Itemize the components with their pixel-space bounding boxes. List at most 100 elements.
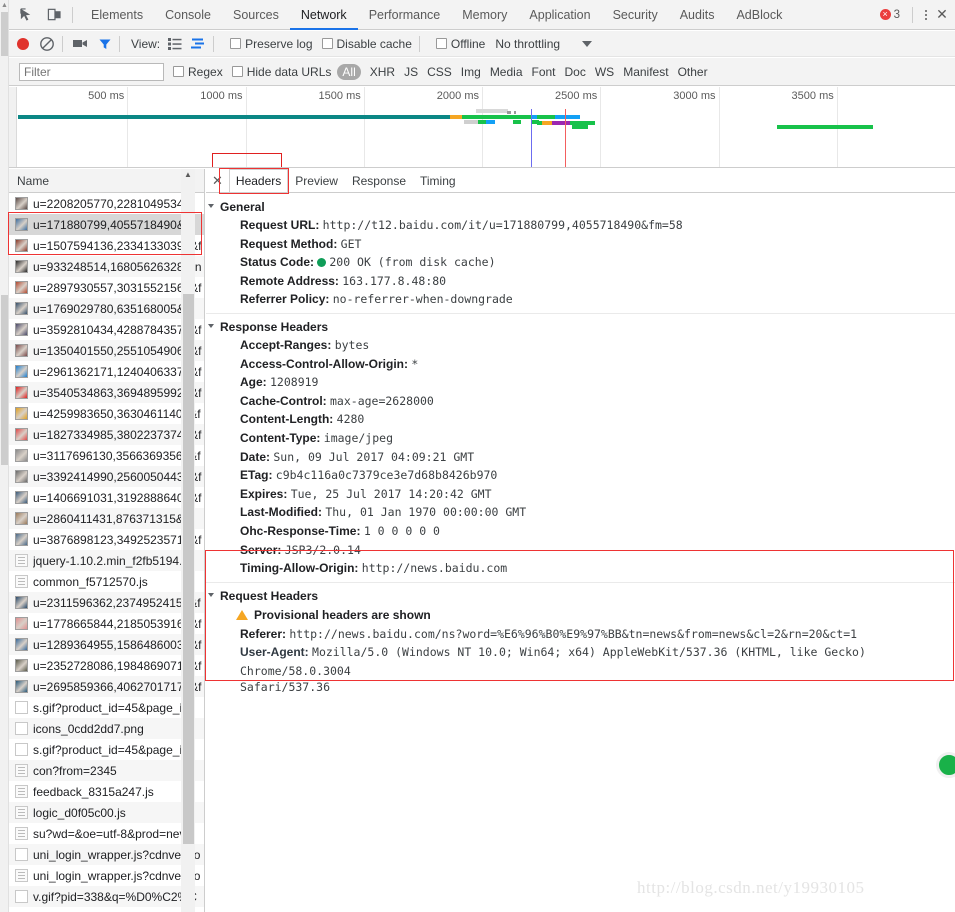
offline-box[interactable] — [435, 38, 447, 49]
table-row[interactable]: su?wd=&oe=utf-8&prod=nev — [9, 823, 204, 844]
request-list-scrollbar-thumb[interactable] — [183, 294, 194, 844]
preserve-log-checkbox[interactable]: Preserve log — [230, 37, 313, 51]
filter-type-doc[interactable]: Doc — [565, 65, 586, 79]
tab-network[interactable]: Network — [289, 0, 358, 30]
waterfall-view-icon[interactable] — [190, 37, 206, 51]
table-row[interactable]: v.gif?pid=338&q=%D0%C2%C — [9, 886, 204, 907]
table-row[interactable]: u=2695859366,40627017178&f — [9, 676, 204, 697]
scrollbar-thumb-secondary[interactable] — [1, 295, 8, 465]
filter-type-ws[interactable]: WS — [595, 65, 614, 79]
hide-data-urls-checkbox[interactable]: Hide data URLs — [231, 64, 332, 79]
page-scrollbar[interactable]: ▲ — [0, 0, 9, 912]
table-row[interactable]: u=1827334985,38022373748&f — [9, 424, 204, 445]
tab-application[interactable]: Application — [518, 0, 601, 30]
tab-headers[interactable]: Headers — [228, 169, 289, 193]
table-row[interactable]: s.gif?product_id=45&page_id: — [9, 697, 204, 718]
filter-type-other[interactable]: Other — [678, 65, 708, 79]
scroll-up-icon[interactable]: ▲ — [184, 171, 192, 179]
table-row[interactable]: u=1769029780,635168005&fn — [9, 298, 204, 319]
inspect-element-icon[interactable] — [15, 4, 37, 26]
general-section-title[interactable]: General — [206, 198, 955, 216]
response-headers-title[interactable]: Response Headers — [206, 318, 955, 336]
table-row[interactable]: u=2897930557,30315521568&f — [9, 277, 204, 298]
table-row[interactable]: u=3392414990,25600504438&f — [9, 466, 204, 487]
filter-type-font[interactable]: Font — [532, 65, 556, 79]
clear-icon[interactable] — [39, 36, 55, 52]
tab-adblock[interactable]: AdBlock — [725, 0, 793, 30]
throttling-select[interactable]: No throttling — [495, 37, 560, 51]
table-row[interactable]: uni_login_wrapper.js?cdnversio — [9, 844, 204, 865]
tab-memory[interactable]: Memory — [451, 0, 518, 30]
tab-preview[interactable]: Preview — [288, 169, 345, 193]
record-button-icon[interactable] — [17, 37, 29, 50]
table-row[interactable]: u=3117696130,35663693568&f — [9, 445, 204, 466]
scrollbar-thumb[interactable] — [1, 12, 8, 56]
tab-timing[interactable]: Timing — [413, 169, 463, 193]
disable-cache-box[interactable] — [321, 38, 333, 49]
table-row[interactable]: u=1507594136,23341330398&f — [9, 235, 204, 256]
tab-audits[interactable]: Audits — [669, 0, 726, 30]
table-row[interactable]: u=933248514,16805626328&fn — [9, 256, 204, 277]
column-header-name[interactable]: Name — [9, 169, 204, 193]
tab-response[interactable]: Response — [345, 169, 413, 193]
table-row[interactable]: common_f5712570.js — [9, 571, 204, 592]
table-row[interactable]: u=1406691031,31928886408&f — [9, 487, 204, 508]
toggle-device-toolbar-icon[interactable] — [43, 4, 65, 26]
tab-elements[interactable]: Elements — [80, 0, 154, 30]
tab-sources[interactable]: Sources — [222, 0, 290, 30]
filter-type-css[interactable]: CSS — [427, 65, 452, 79]
table-row[interactable]: icons_0cdd2dd7.png — [9, 718, 204, 739]
table-row[interactable]: u=171880799,4055718490&fn — [9, 214, 204, 235]
close-devtools-icon[interactable]: ✕ — [933, 6, 951, 23]
preserve-log-box[interactable] — [230, 38, 242, 49]
table-row[interactable]: u=1289364955,15864860038&f — [9, 634, 204, 655]
table-row[interactable]: s.gif?product_id=45&page_id: — [9, 739, 204, 760]
table-row[interactable]: u=2961362171,12404063378&f — [9, 361, 204, 382]
regex-checkbox[interactable]: Regex — [173, 65, 223, 79]
filter-type-all[interactable]: All — [337, 63, 361, 80]
offline-checkbox[interactable]: Offline — [435, 37, 485, 51]
table-row[interactable]: u=3540534863,36948959928&f — [9, 382, 204, 403]
scroll-up-arrow-icon[interactable]: ▲ — [1, 2, 8, 10]
disable-cache-checkbox[interactable]: Disable cache — [321, 37, 412, 51]
filter-type-js[interactable]: JS — [404, 65, 418, 79]
filter-type-manifest[interactable]: Manifest — [623, 65, 668, 79]
filter-type-media[interactable]: Media — [490, 65, 523, 79]
tab-security[interactable]: Security — [602, 0, 669, 30]
table-row[interactable]: con?from=2345 — [9, 760, 204, 781]
camera-icon[interactable] — [72, 37, 88, 51]
regex-box[interactable] — [173, 66, 184, 77]
table-row[interactable]: u=3876898123,34925235718&f — [9, 529, 204, 550]
more-options-icon[interactable] — [919, 6, 933, 24]
network-overview-timeline[interactable]: 500 ms 1000 ms 1500 ms 2000 ms 2500 ms 3000 m… — [9, 87, 955, 168]
table-row[interactable]: u=2208205770,2281049534&f — [9, 193, 204, 214]
table-row[interactable]: logic_d0f05c00.js — [9, 802, 204, 823]
hide-data-urls-box[interactable] — [231, 66, 243, 77]
tab-performance[interactable]: Performance — [358, 0, 452, 30]
tab-console[interactable]: Console — [154, 0, 222, 30]
close-panel-icon[interactable]: ✕ — [212, 173, 223, 189]
table-row[interactable]: u=2352728086,19848690718&f — [9, 655, 204, 676]
table-row[interactable]: u=1350401550,25510549068&f — [9, 340, 204, 361]
table-row[interactable]: feedback_8315a247.js — [9, 781, 204, 802]
chevron-down-icon[interactable] — [582, 40, 593, 47]
overview-request-bar — [18, 115, 580, 119]
error-badge[interactable]: × 3 — [879, 9, 900, 21]
request-headers-title[interactable]: Request Headers — [206, 587, 955, 605]
table-row[interactable]: uni_login_wrapper.js?cdnversio — [9, 865, 204, 886]
script-icon — [15, 827, 28, 840]
table-row[interactable]: u=4259983650,36304611408&f — [9, 403, 204, 424]
table-row[interactable]: u=2311596362,23749524158&f — [9, 592, 204, 613]
search-input[interactable] — [19, 62, 164, 81]
hide-data-urls-label: Hide data URLs — [246, 64, 332, 79]
request-list-scrollbar[interactable]: ▲ — [181, 169, 195, 912]
table-row[interactable]: jquery-1.10.2.min_f2fb5194.js — [9, 550, 204, 571]
table-row[interactable]: u=1778665844,21850539168&f — [9, 613, 204, 634]
list-view-icon[interactable] — [167, 37, 183, 51]
funnel-filter-icon[interactable] — [98, 37, 112, 51]
table-row[interactable]: u=2860411431,876371315&fn — [9, 508, 204, 529]
filter-type-img[interactable]: Img — [461, 65, 481, 79]
filter-type-xhr[interactable]: XHR — [370, 65, 395, 79]
table-row[interactable]: u=3592810434,42887843578&f — [9, 319, 204, 340]
image-thumbnail — [15, 449, 28, 462]
